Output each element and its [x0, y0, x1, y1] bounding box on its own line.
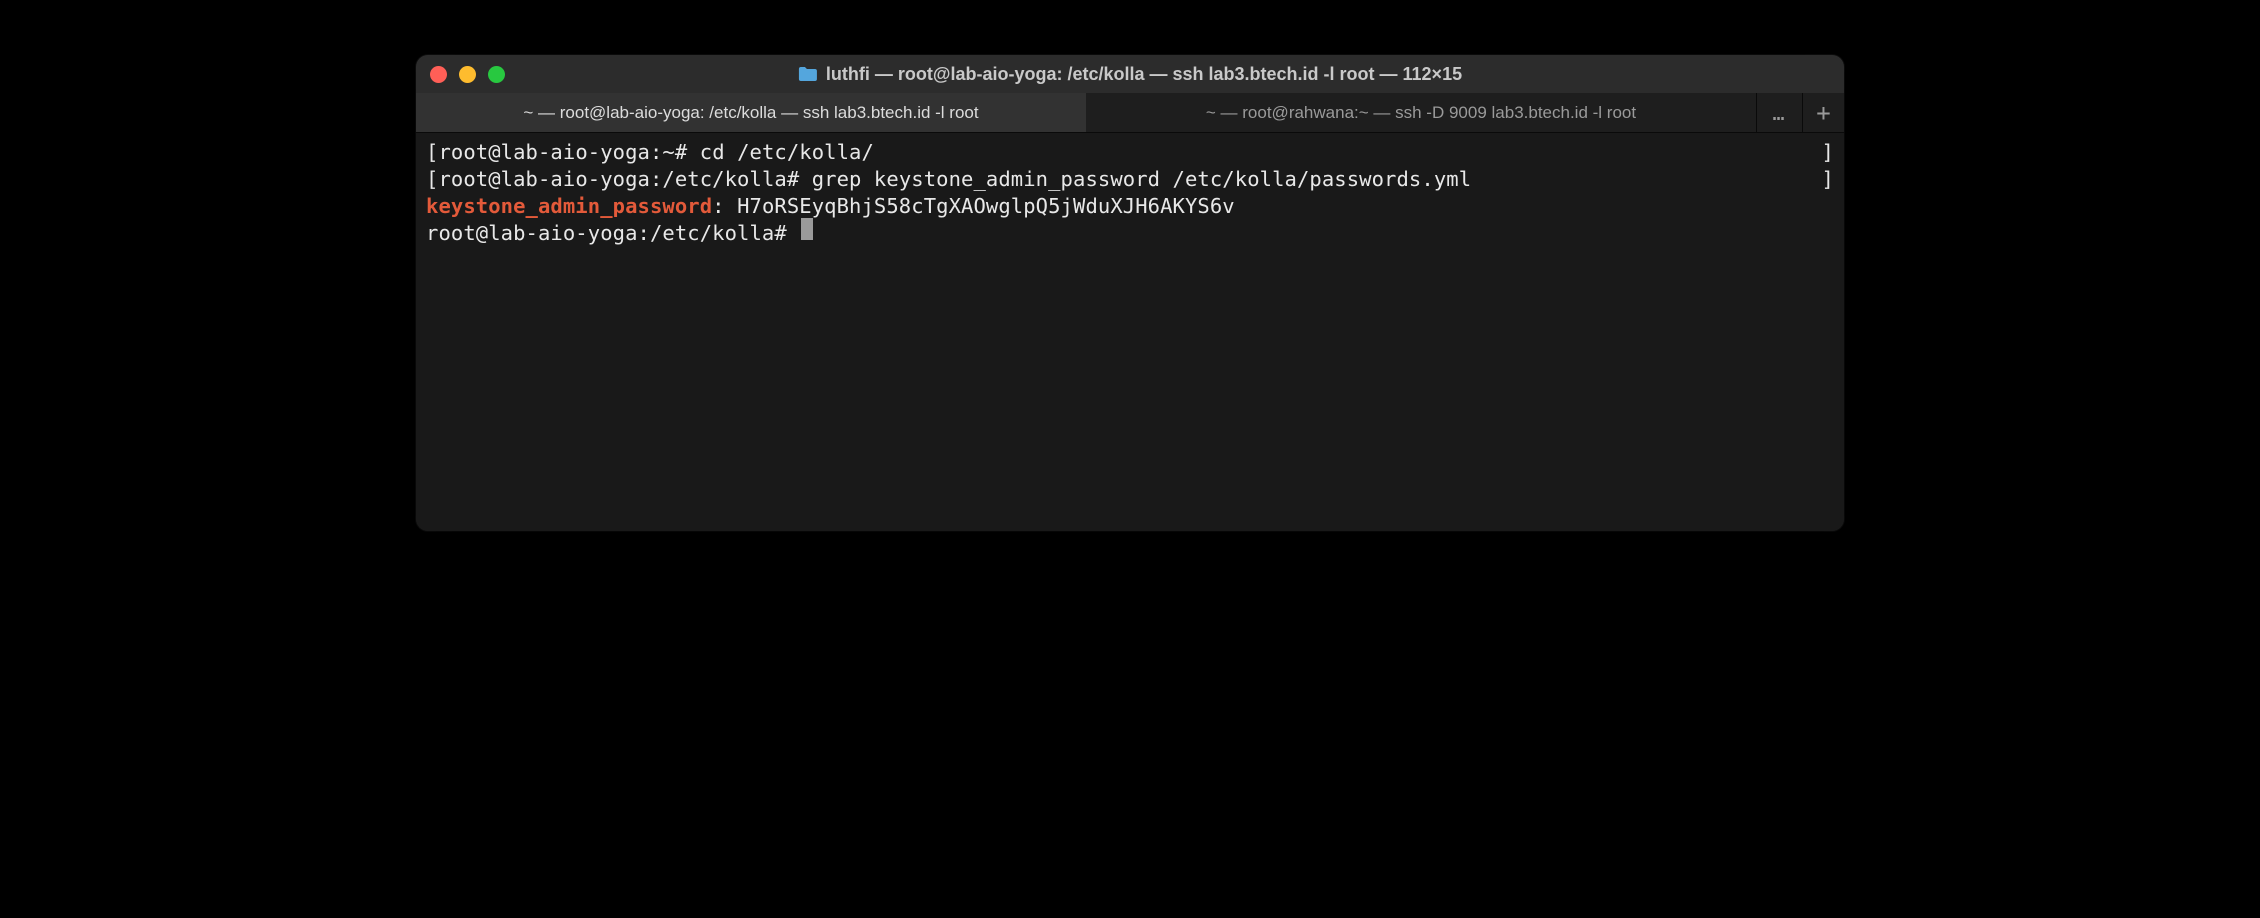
tab-label: ~ — root@rahwana:~ — ssh -D 9009 lab3.bt… [1206, 103, 1636, 123]
output-sep: : [712, 193, 737, 220]
terminal-window: luthfi — root@lab-aio-yoga: /etc/kolla —… [416, 55, 1844, 531]
command: grep keystone_admin_password /etc/kolla/… [812, 166, 1471, 193]
terminal-body[interactable]: [root@lab-aio-yoga:~# cd /etc/kolla/] [r… [416, 133, 1844, 531]
prompt: root@lab-aio-yoga:/etc/kolla# [426, 220, 799, 247]
terminal-line: root@lab-aio-yoga:/etc/kolla# [426, 220, 1834, 247]
tab-0[interactable]: ~ — root@lab-aio-yoga: /etc/kolla — ssh … [416, 93, 1086, 132]
bracket-right: ] [1822, 139, 1834, 166]
maximize-button[interactable] [488, 66, 505, 83]
prompt: root@lab-aio-yoga:/etc/kolla# [438, 166, 811, 193]
prompt: root@lab-aio-yoga:~# [438, 139, 699, 166]
folder-icon [798, 66, 818, 82]
tab-add-button[interactable]: + [1802, 93, 1844, 132]
titlebar[interactable]: luthfi — root@lab-aio-yoga: /etc/kolla —… [416, 55, 1844, 93]
add-icon: + [1816, 99, 1830, 127]
terminal-line: [root@lab-aio-yoga:/etc/kolla# grep keys… [426, 166, 1834, 193]
bracket-left: [ [426, 166, 438, 193]
bracket-right: ] [1822, 166, 1834, 193]
tab-more-button[interactable]: … [1756, 93, 1802, 132]
terminal-line: keystone_admin_password: H7oRSEyqBhjS58c… [426, 193, 1834, 220]
command: cd /etc/kolla/ [700, 139, 874, 166]
close-button[interactable] [430, 66, 447, 83]
more-icon: … [1772, 101, 1786, 125]
tab-1[interactable]: ~ — root@rahwana:~ — ssh -D 9009 lab3.bt… [1086, 93, 1756, 132]
output-key: keystone_admin_password [426, 193, 712, 220]
traffic-lights [430, 66, 505, 83]
cursor [801, 218, 813, 240]
tabbar: ~ — root@lab-aio-yoga: /etc/kolla — ssh … [416, 93, 1844, 133]
output-value: H7oRSEyqBhjS58cTgXAOwglpQ5jWduXJH6AKYS6v [737, 193, 1235, 220]
tab-label: ~ — root@lab-aio-yoga: /etc/kolla — ssh … [523, 103, 978, 123]
window-title-text: luthfi — root@lab-aio-yoga: /etc/kolla —… [826, 64, 1462, 85]
bracket-left: [ [426, 139, 438, 166]
terminal-line: [root@lab-aio-yoga:~# cd /etc/kolla/] [426, 139, 1834, 166]
window-title: luthfi — root@lab-aio-yoga: /etc/kolla —… [798, 64, 1462, 85]
minimize-button[interactable] [459, 66, 476, 83]
